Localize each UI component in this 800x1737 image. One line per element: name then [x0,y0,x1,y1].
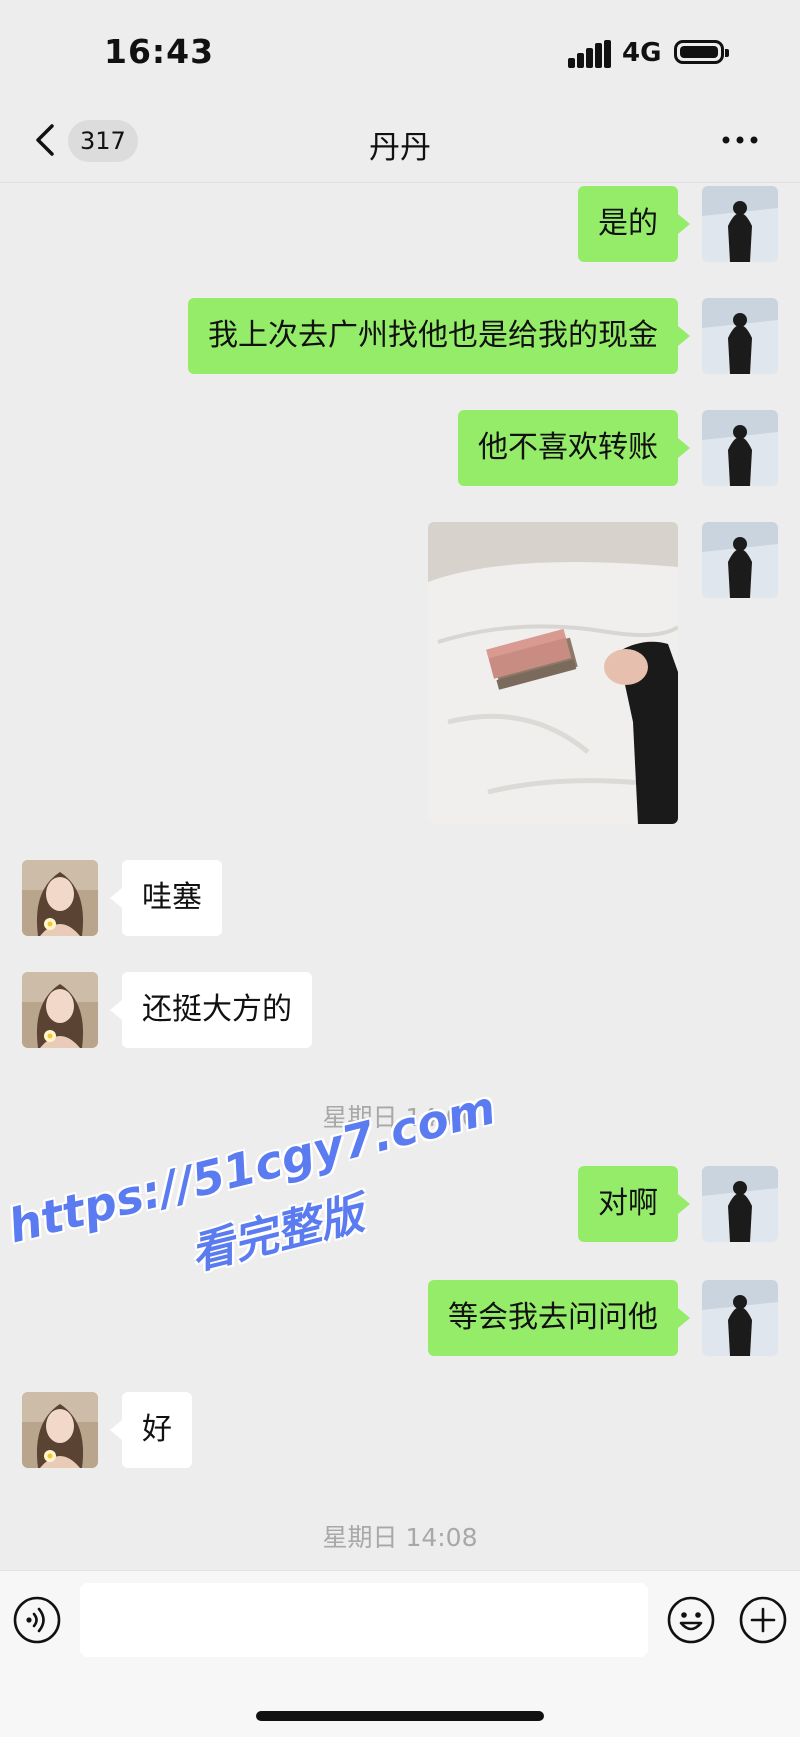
more-dots-icon[interactable] [720,132,760,148]
status-bar: 16:43 4G [0,0,800,100]
status-time: 16:43 [104,32,215,71]
plus-icon[interactable] [738,1595,788,1645]
network-type: 4G [622,38,662,68]
unread-count-badge[interactable]: 317 [68,120,138,162]
my-avatar[interactable] [702,1280,778,1356]
my-avatar[interactable] [702,410,778,486]
my-message-bubble[interactable]: 我上次去广州找他也是给我的现金 [188,298,690,374]
contact-message-bubble[interactable]: 哇塞 [110,860,222,936]
contact-message-bubble[interactable]: 好 [110,1392,192,1468]
my-message-bubble[interactable]: 对啊 [578,1166,690,1242]
contact-avatar[interactable] [22,860,98,936]
contact-avatar[interactable] [22,1392,98,1468]
message-input[interactable] [80,1583,648,1657]
my-avatar[interactable] [702,1166,778,1242]
emoji-icon[interactable] [666,1595,716,1645]
my-message-bubble[interactable]: 他不喜欢转账 [458,410,690,486]
contact-avatar[interactable] [22,972,98,1048]
my-avatar[interactable] [702,186,778,262]
chat-header: 317 丹丹 [0,100,800,183]
input-bar [0,1570,800,1737]
time-divider: 星期日 14:08 [322,1523,478,1552]
battery-icon [674,40,729,64]
chat-title: 丹丹 [369,130,431,166]
home-indicator [256,1711,544,1721]
watermark-caption: 看完整版 [185,1188,369,1281]
voice-icon[interactable] [12,1595,62,1645]
my-message-bubble[interactable]: 等会我去问问他 [428,1280,690,1356]
signal-icon [568,40,612,68]
my-avatar[interactable] [702,522,778,598]
my-message-bubble[interactable]: 是的 [578,186,690,262]
back-chevron-icon[interactable] [28,118,68,162]
photo-message[interactable] [428,522,678,824]
contact-message-bubble[interactable]: 还挺大方的 [110,972,312,1048]
my-avatar[interactable] [702,298,778,374]
time-divider: 星期日 14:06 [322,1103,478,1132]
